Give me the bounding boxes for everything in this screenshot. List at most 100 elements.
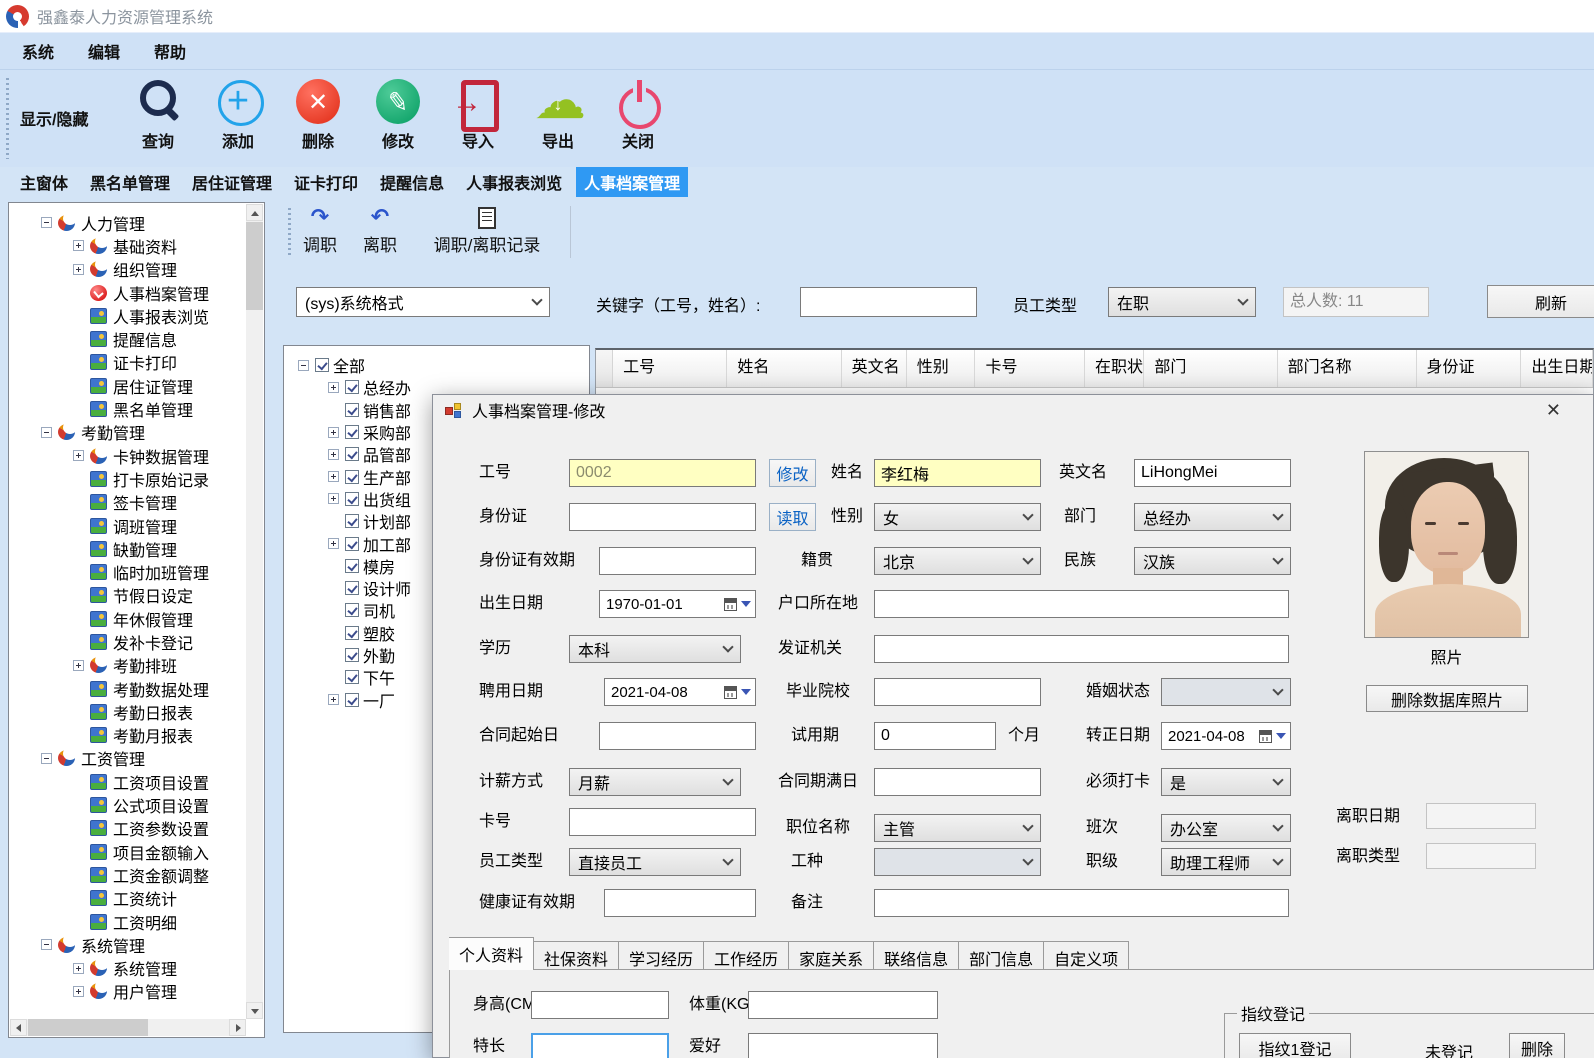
checkbox-checked-icon[interactable] bbox=[345, 470, 359, 484]
employee-type-select[interactable]: 在职 bbox=[1108, 287, 1256, 317]
nav-tree-item[interactable]: 工资管理 bbox=[19, 747, 264, 770]
toolbar-button[interactable]: 导入 bbox=[438, 76, 518, 162]
nav-tree-item[interactable]: 卡钟数据管理 bbox=[19, 444, 264, 467]
column-header[interactable]: 工号 bbox=[613, 350, 727, 387]
tree-expander-icon[interactable] bbox=[73, 240, 84, 251]
nav-tree-item[interactable]: 考勤排班 bbox=[19, 654, 264, 677]
height-input[interactable] bbox=[531, 991, 669, 1019]
detail-tab[interactable]: 工作经历 bbox=[704, 941, 789, 970]
pay-type-select[interactable]: 月薪 bbox=[569, 768, 741, 796]
probation-input[interactable] bbox=[874, 722, 996, 750]
nav-tree-item[interactable]: 考勤管理 bbox=[19, 421, 264, 444]
dialog-titlebar[interactable]: 人事档案管理-修改 bbox=[433, 395, 1593, 425]
checkbox-checked-icon[interactable] bbox=[345, 603, 359, 617]
detail-tab[interactable]: 社保资料 bbox=[534, 941, 619, 970]
menu-item[interactable]: 帮助 bbox=[154, 39, 186, 63]
delete-photo-button[interactable]: 删除数据库照片 bbox=[1366, 685, 1528, 712]
nav-tree-item[interactable]: 打卡原始记录 bbox=[19, 467, 264, 490]
school-input[interactable] bbox=[874, 678, 1041, 706]
nav-tree-item[interactable]: 人事报表浏览 bbox=[19, 304, 264, 327]
nav-tree-item[interactable]: 系统管理 bbox=[19, 933, 264, 956]
tree-expander-icon[interactable] bbox=[41, 939, 52, 950]
nav-tree-item[interactable]: 签卡管理 bbox=[19, 491, 264, 514]
scroll-thumb[interactable] bbox=[246, 222, 263, 310]
checkbox-checked-icon[interactable] bbox=[345, 537, 359, 551]
menu-item[interactable]: 编辑 bbox=[88, 39, 120, 63]
detail-tab[interactable]: 联络信息 bbox=[874, 941, 959, 970]
ethnicity-select[interactable]: 汉族 bbox=[1134, 547, 1291, 575]
tree-expander-icon[interactable] bbox=[328, 538, 339, 549]
main-tab[interactable]: 人事档案管理 bbox=[576, 167, 688, 197]
regular-date-picker[interactable]: 2021-04-08 bbox=[1161, 722, 1291, 750]
transfer-button[interactable]: ↷ 调职 bbox=[296, 205, 344, 256]
column-header[interactable]: 卡号 bbox=[975, 350, 1085, 387]
checkbox-checked-icon[interactable] bbox=[345, 514, 359, 528]
resign-button[interactable]: ↶ 离职 bbox=[356, 205, 404, 256]
marital-select[interactable] bbox=[1161, 678, 1291, 706]
checkbox-checked-icon[interactable] bbox=[315, 358, 329, 372]
main-tab[interactable]: 人事报表浏览 bbox=[458, 167, 570, 197]
nav-tree-item[interactable]: 工资金额调整 bbox=[19, 863, 264, 886]
tree-expander-icon[interactable] bbox=[328, 493, 339, 504]
toolbar-button[interactable]: 关闭 bbox=[598, 76, 678, 162]
tree-expander-icon[interactable] bbox=[41, 753, 52, 764]
nav-tree-item[interactable]: 公式项目设置 bbox=[19, 793, 264, 816]
checkbox-checked-icon[interactable] bbox=[345, 648, 359, 662]
hobby-input[interactable] bbox=[748, 1033, 938, 1058]
nav-tree-item[interactable]: 组织管理 bbox=[19, 258, 264, 281]
scroll-thumb[interactable] bbox=[28, 1019, 148, 1036]
dialog-close-icon[interactable]: ✕ bbox=[1546, 401, 1561, 419]
hire-date-picker[interactable]: 2021-04-08 bbox=[604, 678, 756, 706]
scroll-up-arrow[interactable] bbox=[246, 204, 263, 221]
nav-tree-item[interactable]: 缺勤管理 bbox=[19, 537, 264, 560]
column-header[interactable]: 部门名称 bbox=[1278, 350, 1417, 387]
column-header[interactable]: 出生日期 bbox=[1521, 350, 1593, 387]
show-hide-toggle[interactable]: 显示/隐藏 bbox=[20, 106, 88, 130]
department-tree-item[interactable]: 全部 bbox=[290, 354, 589, 376]
tree-expander-icon[interactable] bbox=[73, 986, 84, 997]
read-id-button[interactable]: 读取 bbox=[769, 503, 816, 531]
work-kind-select[interactable] bbox=[874, 848, 1041, 876]
main-tab[interactable]: 证卡打印 bbox=[286, 167, 366, 197]
detail-tab[interactable]: 学习经历 bbox=[619, 941, 704, 970]
tree-expander-icon[interactable] bbox=[73, 264, 84, 275]
nav-tree-item[interactable]: 调班管理 bbox=[19, 514, 264, 537]
nav-tree-item[interactable]: 工资参数设置 bbox=[19, 817, 264, 840]
education-select[interactable]: 本科 bbox=[569, 635, 741, 663]
column-header[interactable]: 身份证 bbox=[1417, 350, 1522, 387]
keyword-input[interactable] bbox=[800, 287, 977, 317]
toolbar-button[interactable]: 修改 bbox=[358, 76, 438, 162]
menu-item[interactable]: 系统 bbox=[22, 39, 54, 63]
contract-start-input[interactable] bbox=[599, 722, 756, 750]
nav-tree-item[interactable]: 工资统计 bbox=[19, 887, 264, 910]
nav-tree-item[interactable]: 发补卡登记 bbox=[19, 630, 264, 653]
tree-expander-icon[interactable] bbox=[41, 217, 52, 228]
format-select[interactable]: (sys)系统格式 bbox=[296, 287, 550, 317]
shift-select[interactable]: 办公室 bbox=[1161, 814, 1291, 842]
checkbox-checked-icon[interactable] bbox=[345, 447, 359, 461]
tree-expander-icon[interactable] bbox=[73, 660, 84, 671]
modify-emp-no-button[interactable]: 修改 bbox=[769, 459, 816, 487]
nav-tree-item[interactable]: 黑名单管理 bbox=[19, 397, 264, 420]
nav-tree-item[interactable]: 证卡打印 bbox=[19, 351, 264, 374]
transfer-resign-record-button[interactable]: 调职/离职记录 bbox=[412, 205, 562, 256]
nav-tree-item[interactable]: 工资明细 bbox=[19, 910, 264, 933]
nav-tree-item[interactable]: 考勤数据处理 bbox=[19, 677, 264, 700]
weight-input[interactable] bbox=[748, 991, 938, 1019]
column-header[interactable]: 性别 bbox=[907, 350, 976, 387]
nav-tree-item[interactable]: 考勤月报表 bbox=[19, 724, 264, 747]
column-header[interactable]: 英文名 bbox=[842, 350, 907, 387]
checkbox-checked-icon[interactable] bbox=[345, 626, 359, 640]
remark-input[interactable] bbox=[874, 889, 1289, 917]
emp-type-select[interactable]: 直接员工 bbox=[569, 848, 741, 876]
nav-tree-item[interactable]: 节假日设定 bbox=[19, 584, 264, 607]
checkbox-checked-icon[interactable] bbox=[345, 581, 359, 595]
nav-tree-item[interactable]: 居住证管理 bbox=[19, 374, 264, 397]
fingerprint-delete-button[interactable]: 删除 bbox=[1509, 1033, 1565, 1058]
tree-expander-icon[interactable] bbox=[328, 694, 339, 705]
issue-authority-input[interactable] bbox=[874, 635, 1289, 663]
toolbar-button[interactable]: 添加 bbox=[198, 76, 278, 162]
card-no-input[interactable] bbox=[569, 808, 756, 836]
fingerprint-register-button[interactable]: 指纹1登记 bbox=[1239, 1033, 1351, 1058]
position-select[interactable]: 主管 bbox=[874, 814, 1041, 842]
